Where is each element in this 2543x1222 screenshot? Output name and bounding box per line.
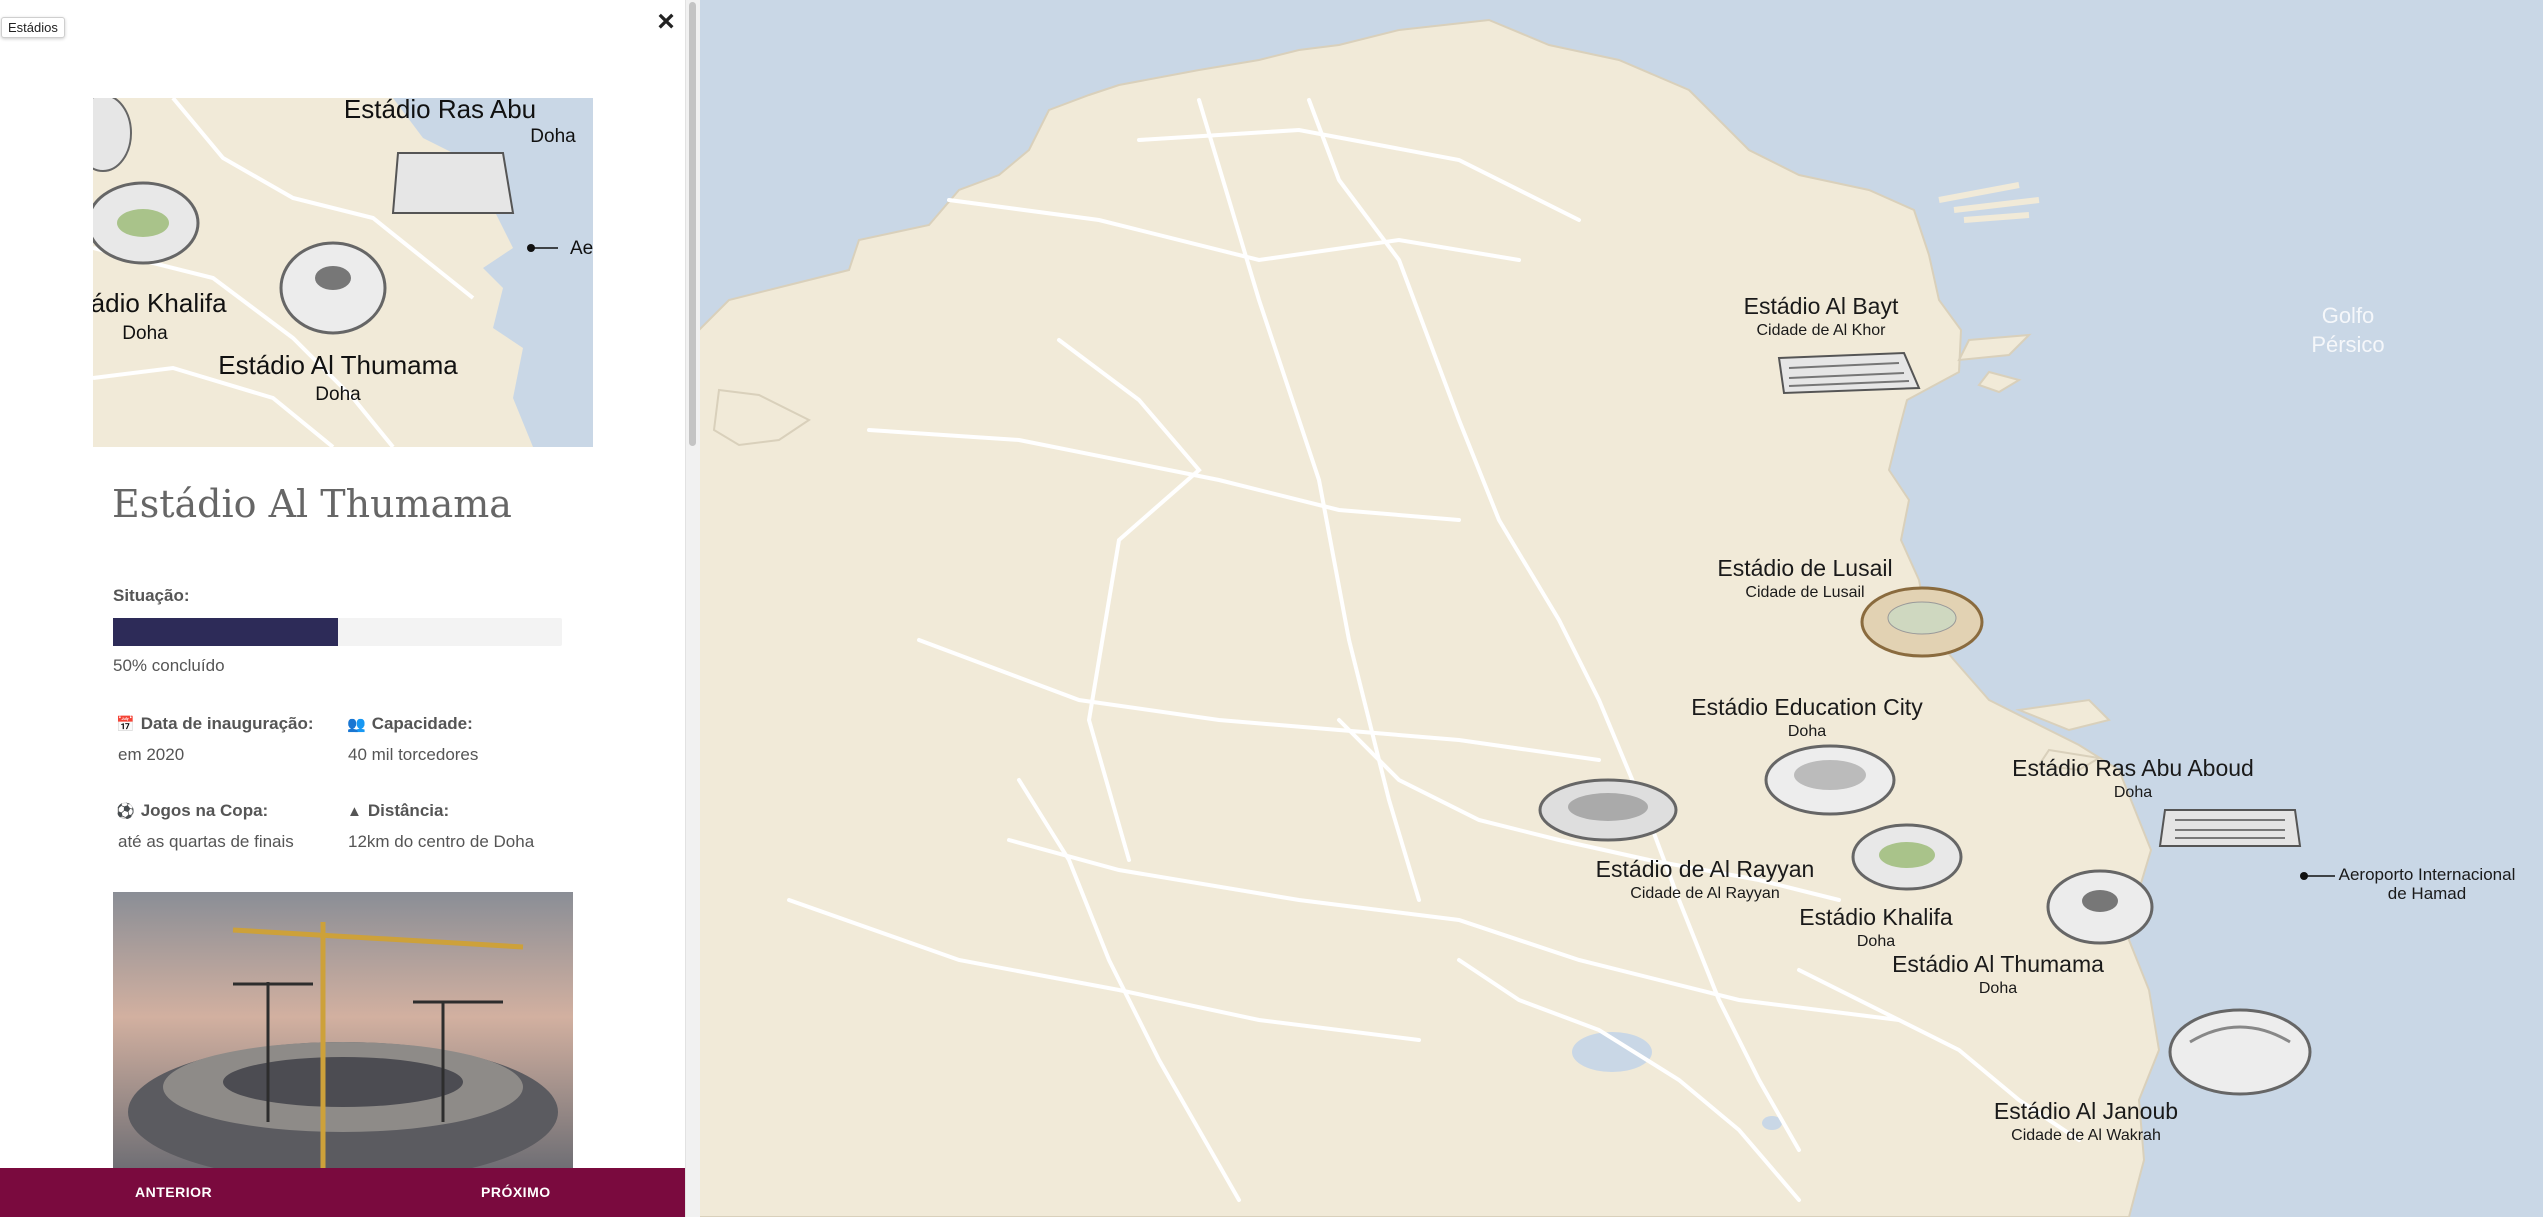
map-stadium-name[interactable]: Estádio Education City bbox=[1691, 694, 1923, 720]
map-stadium-name[interactable]: Estádio Al Bayt bbox=[1744, 293, 1899, 319]
thumb-label: Estádio Ras Abu bbox=[344, 98, 536, 124]
map-stadium-city: Doha bbox=[1857, 933, 1895, 950]
games-label: Jogos na Copa: bbox=[140, 801, 269, 820]
capacity-label: Capacidade: bbox=[371, 714, 473, 733]
panel-footer: ANTERIOR PRÓXIMO bbox=[0, 1168, 685, 1217]
map-stadium-city: Cidade de Al Rayyan bbox=[1630, 885, 1779, 902]
status-label: Situação: bbox=[113, 586, 190, 605]
inauguration-label: Data de inauguração: bbox=[140, 714, 314, 733]
stadium-lusail-model[interactable] bbox=[1860, 586, 1984, 658]
progress-bar-fill bbox=[113, 618, 338, 646]
map-stadium-city: Doha bbox=[2114, 784, 2152, 801]
panel-scrollbar-thumb[interactable] bbox=[689, 2, 696, 446]
airport-label-1: Aeroporto Internacional bbox=[2339, 865, 2516, 884]
distance-field: ▲ Distância: bbox=[347, 801, 449, 821]
map-canvas[interactable]: Golfo Pérsico Aeroporto Internacional de… bbox=[698, 0, 2543, 1218]
users-icon: 👥 bbox=[347, 716, 366, 733]
map-stadium-city: Cidade de Al Wakrah bbox=[2011, 1127, 2161, 1144]
next-button[interactable]: PRÓXIMO bbox=[481, 1168, 551, 1217]
distance-value: 12km do centro de Doha bbox=[348, 832, 535, 851]
stadium-al-rayyan-model[interactable] bbox=[1538, 778, 1678, 842]
layer-tag: Estádios bbox=[1, 17, 65, 38]
inauguration-field: 📅 Data de inauguração: bbox=[116, 714, 314, 734]
previous-button[interactable]: ANTERIOR bbox=[135, 1168, 212, 1217]
stadium-title: Estádio Al Thumama bbox=[112, 482, 512, 526]
water-label-golfo: Golfo bbox=[2322, 303, 2375, 328]
inauguration-value: em 2020 bbox=[118, 745, 185, 764]
construction-photo bbox=[113, 892, 573, 1170]
qatar-map[interactable]: Golfo Pérsico Aeroporto Internacional de… bbox=[698, 0, 2543, 1218]
thumb-label: tádio Khalifa bbox=[93, 288, 227, 318]
thumb-label: Aer bbox=[570, 238, 593, 259]
stadium-ras-abu-aboud-model[interactable] bbox=[2158, 809, 2302, 847]
stadium-education-city-model[interactable] bbox=[1764, 744, 1896, 816]
map-stadium-name[interactable]: Estádio de Al Rayyan bbox=[1596, 856, 1815, 882]
map-stadium-city: Doha bbox=[1979, 980, 2017, 997]
stadium-al-bayt-model[interactable] bbox=[1777, 351, 1921, 395]
map-stadium-city: Cidade de Al Khor bbox=[1757, 322, 1887, 339]
capacity-field: 👥 Capacidade: bbox=[347, 714, 473, 734]
airport-label-2: de Hamad bbox=[2388, 884, 2466, 903]
map-stadium-city: Doha bbox=[1788, 723, 1826, 740]
stadium-detail-panel: Estádios × Estádio Ras Abu Doha Ae tádio… bbox=[0, 0, 685, 1217]
stadium-al-janoub-model[interactable] bbox=[2168, 1008, 2312, 1096]
road-icon: ▲ bbox=[347, 803, 362, 820]
soccer-ball-icon: ⚽ bbox=[116, 803, 135, 820]
stadium-location-thumbnail: Estádio Ras Abu Doha Aer tádio Khalifa D… bbox=[93, 98, 593, 447]
thumb-label: Doha bbox=[530, 126, 576, 147]
games-field: ⚽ Jogos na Copa: bbox=[116, 801, 268, 821]
calendar-icon: 📅 bbox=[116, 716, 135, 733]
progress-bar bbox=[113, 618, 562, 646]
map-stadium-name[interactable]: Estádio Al Janoub bbox=[1994, 1098, 2178, 1124]
water-label-persico: Pérsico bbox=[2311, 332, 2384, 357]
map-stadium-name[interactable]: Estádio Al Thumama bbox=[1892, 951, 2104, 977]
stadium-khalifa-model[interactable] bbox=[1851, 823, 1963, 891]
thumb-label: Estádio Al Thumama bbox=[218, 350, 458, 380]
thumb-label: Doha bbox=[315, 384, 361, 405]
stadium-al-thumama-model[interactable] bbox=[2046, 869, 2154, 945]
map-stadium-name[interactable]: Estádio Khalifa bbox=[1799, 904, 1953, 930]
map-stadium-name[interactable]: Estádio de Lusail bbox=[1717, 555, 1892, 581]
thumb-label: Doha bbox=[122, 323, 168, 344]
close-button[interactable]: × bbox=[652, 6, 680, 38]
capacity-value: 40 mil torcedores bbox=[348, 745, 479, 764]
progress-text: 50% concluído bbox=[113, 656, 225, 675]
map-stadium-city: Cidade de Lusail bbox=[1745, 584, 1864, 601]
games-value: até as quartas de finais bbox=[118, 832, 294, 851]
map-stadium-name[interactable]: Estádio Ras Abu Aboud bbox=[2012, 755, 2254, 781]
distance-label: Distância: bbox=[367, 801, 450, 820]
